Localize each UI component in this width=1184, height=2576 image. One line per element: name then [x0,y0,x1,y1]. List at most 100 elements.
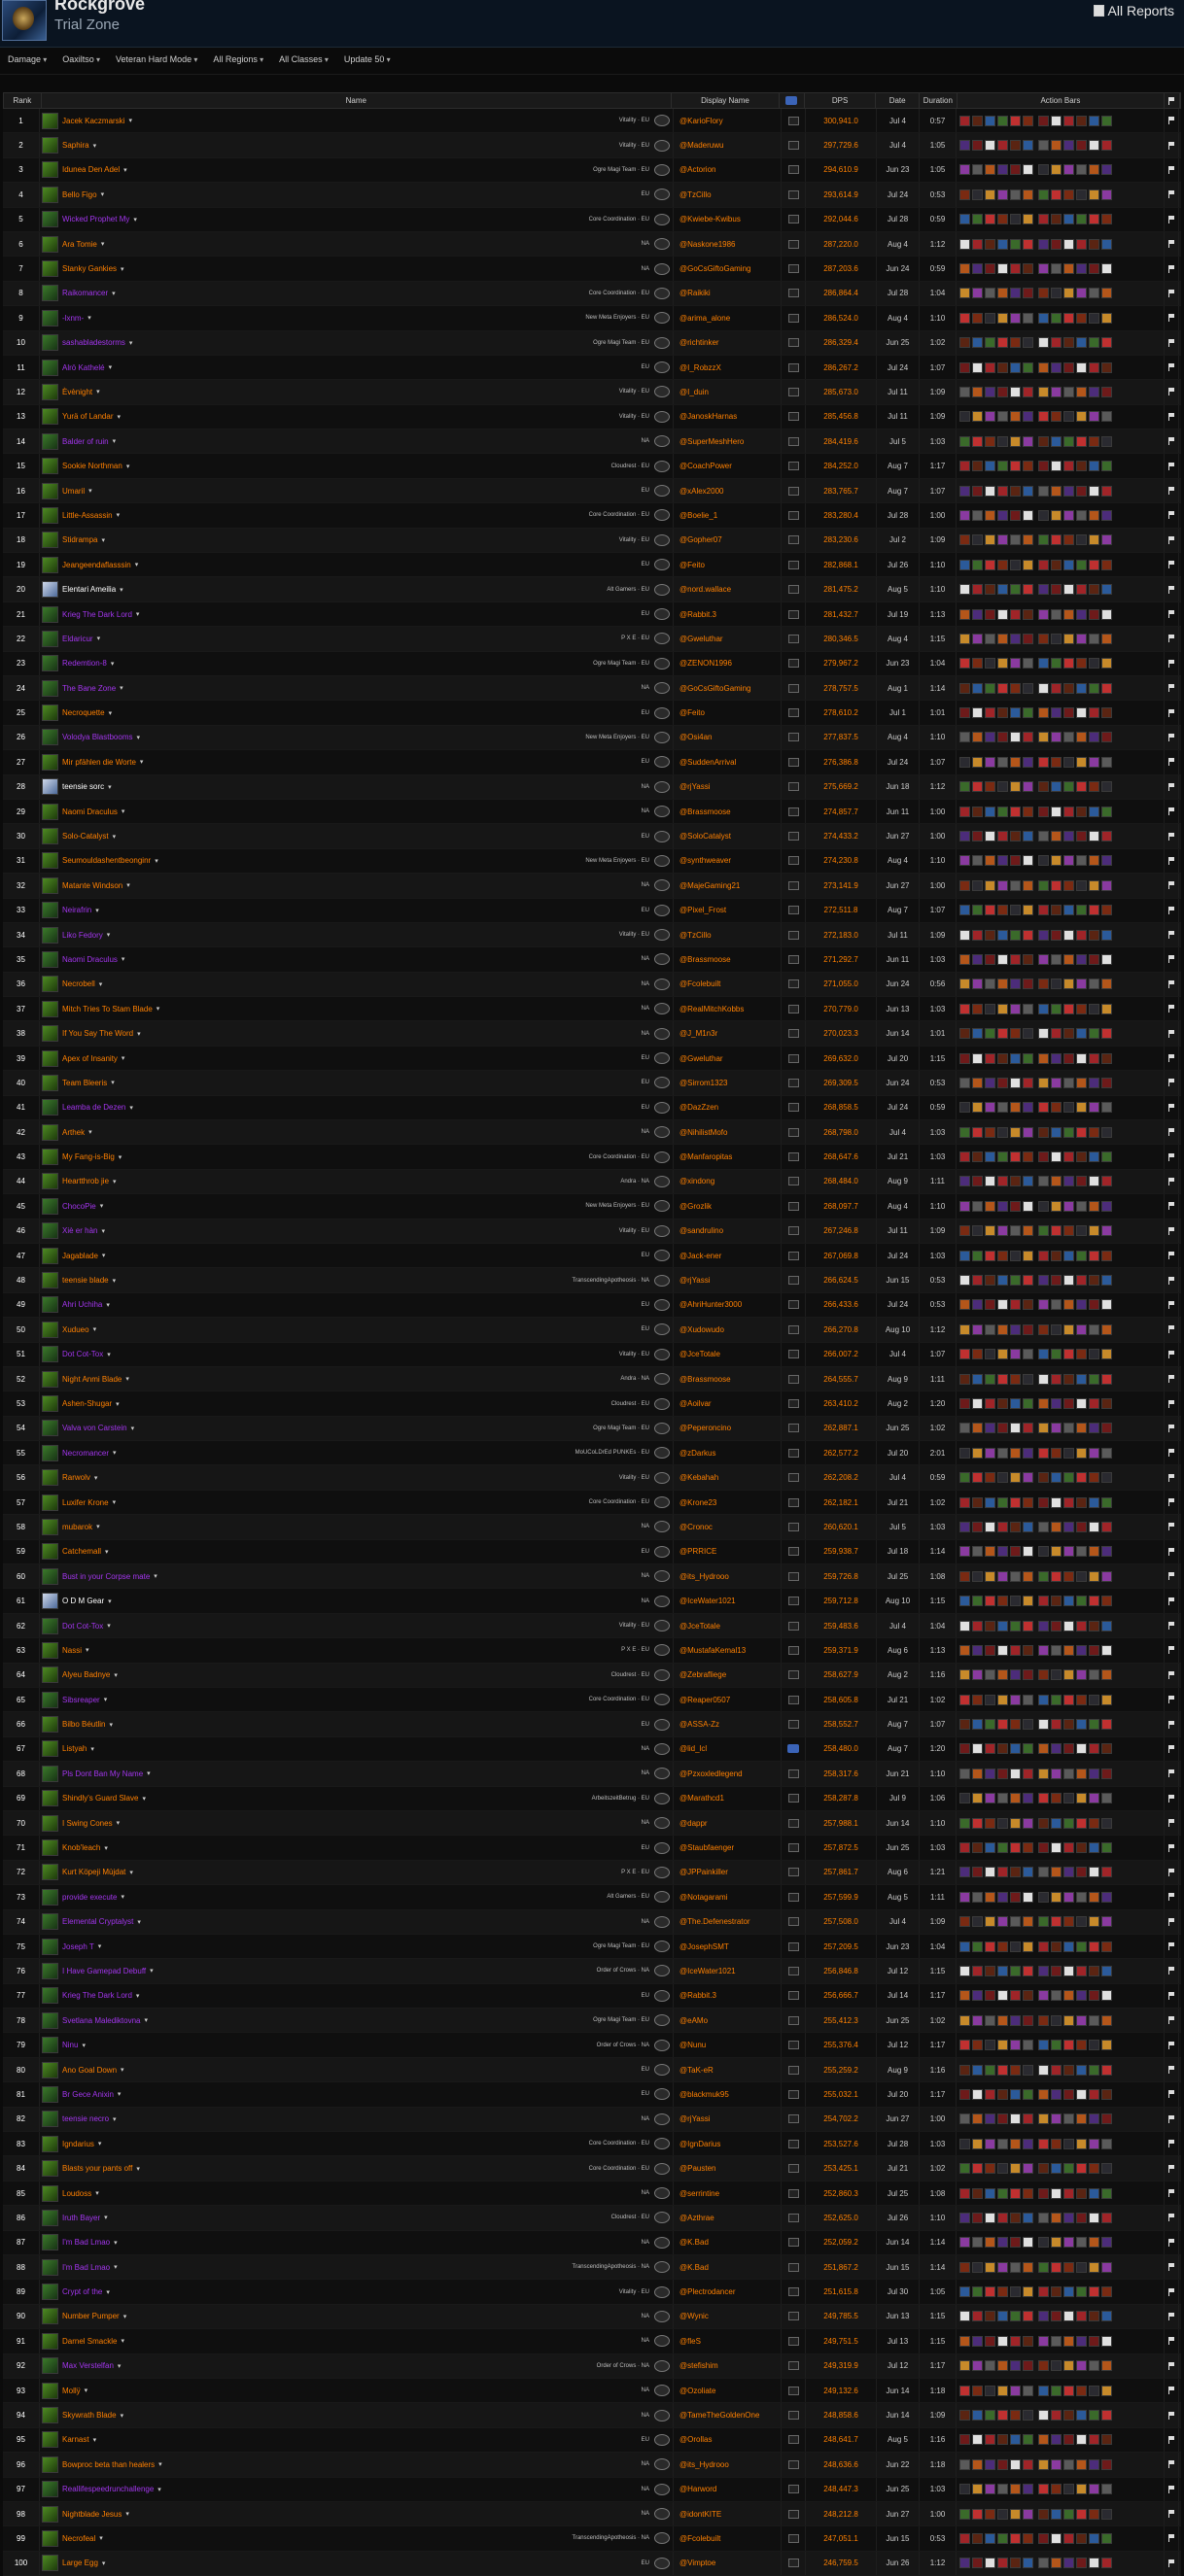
skill-icon[interactable] [1063,164,1074,176]
skill-icon[interactable] [1010,2040,1021,2051]
video-cell[interactable] [782,1416,806,1441]
skill-icon[interactable] [985,2064,995,2076]
skill-icon[interactable] [972,781,983,793]
skill-icon[interactable] [1076,2458,1087,2470]
skill-icon[interactable] [985,1596,995,1607]
player-name-link[interactable]: Darnel Smackle [62,2337,117,2346]
video-icon[interactable] [787,510,799,520]
video-icon[interactable] [787,1251,799,1260]
flag-icon[interactable] [1167,561,1175,569]
skill-icon[interactable] [1023,2064,1033,2076]
player-name-link[interactable]: I Swing Cones [62,1819,113,1828]
skill-icon[interactable] [1051,2138,1062,2149]
flag-icon[interactable] [1167,117,1175,125]
skill-icon[interactable] [1023,2311,1033,2322]
player-name-link[interactable]: Pls Dont Ban My Name [62,1769,143,1778]
skill-icon[interactable] [1051,1472,1062,1484]
skill-icon[interactable] [1038,1398,1049,1409]
skill-icon[interactable] [972,2064,983,2076]
player-name-link[interactable]: Shindly's Guard Slave [62,1794,138,1803]
skill-icon[interactable] [1101,707,1112,719]
video-cell[interactable] [782,1219,806,1243]
skill-icon[interactable] [1038,140,1049,152]
video-cell[interactable] [782,577,806,601]
player-menu-caret[interactable]: ▾ [121,2066,124,2074]
skill-icon[interactable] [1076,1743,1087,1755]
skill-icon[interactable] [1101,1275,1112,1287]
skill-icon[interactable] [997,2088,1008,2100]
skill-icon[interactable] [972,1323,983,1335]
skill-icon[interactable] [1038,608,1049,620]
display-name-cell[interactable]: @Boelie_1 [674,503,782,528]
skill-icon[interactable] [972,1225,983,1237]
flag-icon[interactable] [1167,1523,1175,1531]
skill-icon[interactable] [959,1941,970,1952]
skill-icon[interactable] [1010,1941,1021,1952]
player-name-link[interactable]: Kurt Köpeji Mùjdat [62,1868,125,1876]
skill-icon[interactable] [1038,2484,1049,2495]
display-name-cell[interactable]: @Fcolebuilt [674,2526,782,2551]
player-menu-caret[interactable]: ▾ [111,1079,115,1086]
player-name-link[interactable]: Ninu [62,2041,78,2049]
skill-icon[interactable] [1089,1028,1099,1040]
flag-cell[interactable] [1165,1613,1179,1638]
skill-icon[interactable] [1010,1867,1021,1878]
skill-icon[interactable] [1051,707,1062,719]
skill-icon[interactable] [1010,682,1021,694]
skill-icon[interactable] [1038,855,1049,867]
player-menu-caret[interactable]: ▾ [98,1942,102,1950]
display-name-cell[interactable]: @Cronoc [674,1515,782,1539]
player-menu-caret[interactable]: ▾ [126,881,130,889]
video-icon[interactable] [787,2386,799,2395]
player-menu-caret[interactable]: ▾ [150,1967,154,1975]
skill-icon[interactable] [1038,1521,1049,1532]
skill-icon[interactable] [1051,1546,1062,1558]
skill-icon[interactable] [1101,806,1112,817]
skill-icon[interactable] [1023,1644,1033,1656]
skill-icon[interactable] [1038,979,1049,990]
skill-icon[interactable] [1051,1052,1062,1064]
skill-icon[interactable] [1076,461,1087,472]
video-cell[interactable] [782,1318,806,1342]
video-cell[interactable] [782,281,806,306]
skill-icon[interactable] [959,1200,970,1212]
video-icon[interactable] [787,116,799,125]
skill-icon[interactable] [1101,2237,1112,2249]
skill-icon[interactable] [1023,2558,1033,2569]
skill-icon[interactable] [1023,953,1033,965]
skill-icon[interactable] [972,2014,983,2026]
skill-icon[interactable] [959,1472,970,1484]
skill-icon[interactable] [1051,608,1062,620]
skill-icon[interactable] [985,1644,995,1656]
skill-icon[interactable] [997,2410,1008,2421]
skill-icon[interactable] [972,2508,983,2520]
skill-icon[interactable] [997,1472,1008,1484]
skill-icon[interactable] [1010,855,1021,867]
skill-icon[interactable] [1038,337,1049,349]
skill-icon[interactable] [1089,189,1099,200]
skill-icon[interactable] [1076,2360,1087,2372]
skill-icon[interactable] [1051,2237,1062,2249]
skill-icon[interactable] [1076,214,1087,225]
display-name-cell[interactable]: @Reaper0507 [674,1688,782,1712]
player-name-link[interactable]: Alrö Kathelé [62,363,105,372]
video-cell[interactable] [782,1762,806,1786]
skill-icon[interactable] [1089,2187,1099,2199]
video-icon[interactable] [787,2533,799,2543]
skill-icon[interactable] [972,1200,983,1212]
skill-icon[interactable] [1023,1176,1033,1187]
skill-icon[interactable] [1010,435,1021,447]
skill-icon[interactable] [1038,2040,1049,2051]
skill-icon[interactable] [1089,1570,1099,1582]
skill-icon[interactable] [1010,1028,1021,1040]
player-menu-caret[interactable]: ▾ [129,339,133,347]
skill-icon[interactable] [1051,509,1062,521]
skill-icon[interactable] [1010,1003,1021,1014]
skill-icon[interactable] [1089,1299,1099,1311]
skill-icon[interactable] [1051,584,1062,596]
skill-icon[interactable] [985,2532,995,2544]
skill-icon[interactable] [1076,2410,1087,2421]
player-menu-caret[interactable]: ▾ [94,1474,98,1482]
skill-icon[interactable] [1051,1447,1062,1459]
skill-icon[interactable] [1038,2508,1049,2520]
